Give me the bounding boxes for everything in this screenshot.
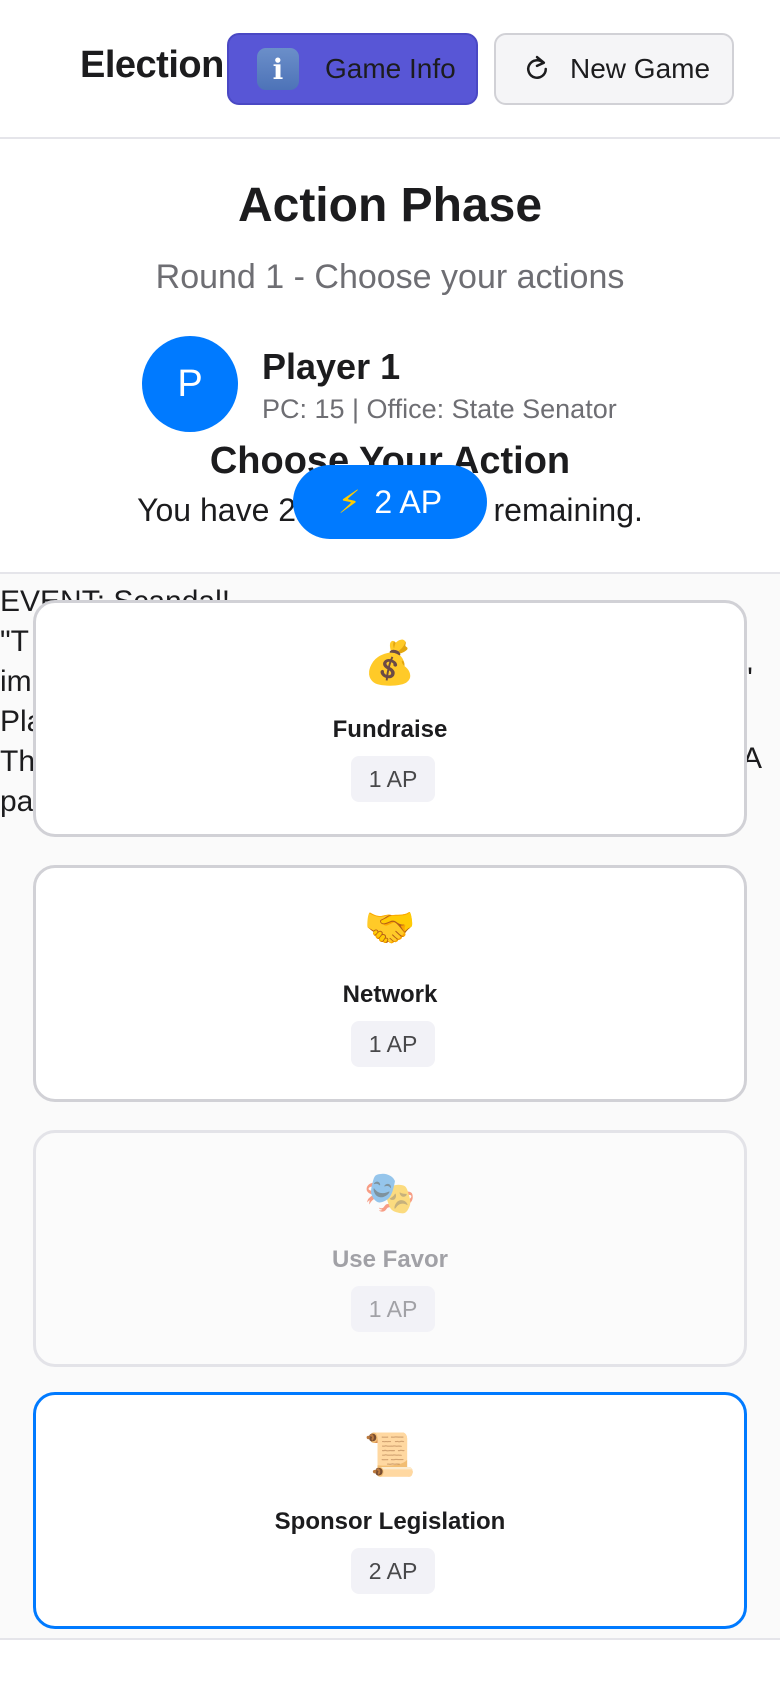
phase-title: Action Phase [237,179,543,232]
action-cost: 1 AP [351,1021,435,1067]
refresh-icon [527,55,547,79]
action-card-fundraise[interactable]: 💰 Fundraise 1 AP [33,600,747,837]
ap-badge-label: 2 AP [374,483,443,520]
ap-badge: ⚡ 2 AP [293,465,487,539]
new-game-label: New Game [570,53,711,84]
app-header: Election i Game Info New Game [0,0,780,139]
game-info-button[interactable]: i Game Info [227,33,478,105]
new-game-button[interactable]: New Game [494,33,734,105]
action-cost: 1 AP [351,756,435,802]
action-card-network[interactable]: 🤝 Network 1 AP [33,865,747,1102]
action-name: Use Favor [331,1246,449,1273]
lightning-icon: ⚡ [337,484,361,520]
action-area: EVENT: Scandal! "T im Pla Th pa " A 💰 Fu… [0,572,780,1640]
game-info-label: Game Info [325,53,456,84]
action-card-use-favor[interactable]: 🎭 Use Favor 1 AP [33,1130,747,1367]
action-name: Network [342,981,438,1008]
handshake-icon: 🤝 [363,904,417,951]
action-card-sponsor-legislation[interactable]: 📜 Sponsor Legislation 2 AP [33,1392,747,1629]
scroll-icon: 📜 [363,1431,417,1478]
money-bag-icon: 💰 [363,639,417,686]
info-icon: i [257,48,299,90]
theater-masks-icon: 🎭 [363,1169,417,1216]
action-name: Fundraise [332,716,448,743]
phase-subtitle: Round 1 - Choose your actions [155,258,625,296]
player-name: Player 1 [262,346,401,387]
action-name: Sponsor Legislation [274,1508,506,1535]
player-avatar: P [142,336,238,432]
player-meta: PC: 15 | Office: State Senator [262,394,617,424]
action-cost: 2 AP [351,1548,435,1594]
app-title: Election [80,44,224,86]
action-cost: 1 AP [351,1286,435,1332]
